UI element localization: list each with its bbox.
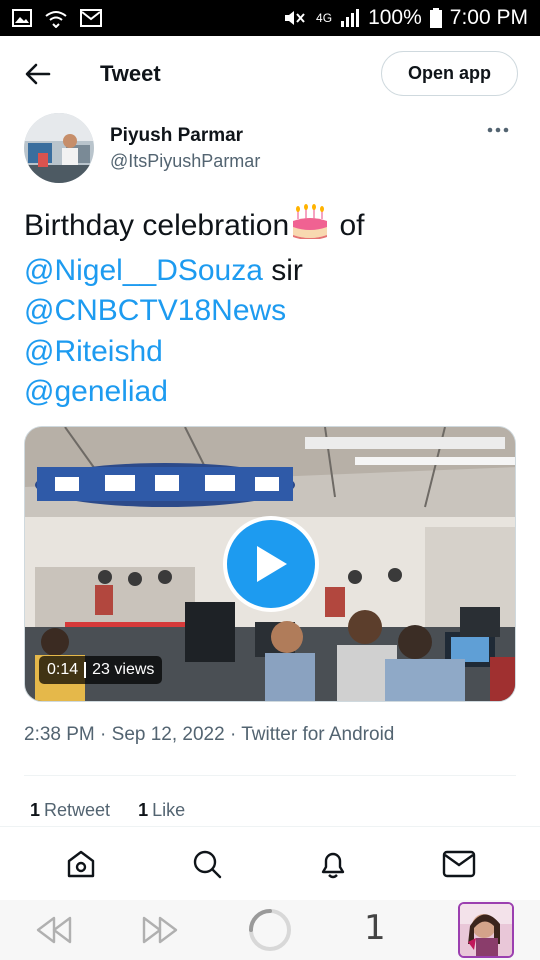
battery-percent: 100% bbox=[368, 6, 422, 29]
like-label: Like bbox=[152, 800, 186, 820]
video-player[interactable]: 0:14 23 views bbox=[24, 426, 516, 702]
search-icon bbox=[193, 850, 222, 878]
profile-thumbnail[interactable] bbox=[458, 902, 514, 958]
like-count: 1 bbox=[138, 800, 149, 820]
more-horizontal-icon bbox=[487, 127, 509, 133]
tweet-header: Tweet Open app bbox=[0, 36, 540, 112]
video-views: 23 views bbox=[92, 661, 155, 678]
tweet-text: Birthday celebration of @Nigel__DSouza s… bbox=[24, 203, 516, 413]
battery-icon bbox=[429, 8, 442, 28]
like-stat[interactable]: 1 Like bbox=[138, 800, 185, 821]
browser-back-button[interactable] bbox=[34, 914, 74, 946]
play-icon bbox=[257, 546, 287, 582]
video-duration: 0:14 bbox=[47, 661, 79, 678]
home-icon bbox=[67, 850, 95, 877]
mention-link[interactable]: @geneliad bbox=[24, 375, 168, 408]
tweet-timestamp[interactable]: 2:38 PM · Sep 12, 2022 · Twitter for And… bbox=[24, 724, 394, 746]
retweet-stat[interactable]: 1 Retweet bbox=[30, 800, 110, 821]
open-app-button[interactable]: Open app bbox=[381, 51, 518, 96]
author-handle[interactable]: @ItsPiyushParmar bbox=[110, 148, 260, 174]
gallery-notification-icon bbox=[12, 9, 32, 27]
mute-icon bbox=[285, 11, 305, 25]
status-bar: 4G 100% 7:00 PM bbox=[0, 0, 540, 36]
browser-reload-button[interactable] bbox=[248, 908, 292, 952]
tweet-author: Piyush Parmar @ItsPiyushParmar bbox=[24, 112, 516, 184]
network-type: 4G bbox=[316, 11, 333, 25]
birthday-cake-emoji-icon bbox=[291, 203, 329, 251]
tweet-text-part: sir bbox=[262, 253, 303, 287]
bottom-navigation bbox=[0, 826, 540, 900]
signal-icon bbox=[341, 9, 360, 27]
gmail-notification-icon bbox=[80, 9, 102, 27]
fast-forward-icon bbox=[142, 916, 178, 944]
wifi-transfer-icon bbox=[45, 11, 67, 28]
mention-link[interactable]: @Nigel__DSouza bbox=[24, 254, 263, 287]
nav-home[interactable] bbox=[61, 844, 101, 884]
rewind-icon bbox=[36, 916, 72, 944]
mail-icon bbox=[442, 850, 476, 877]
avatar[interactable] bbox=[24, 113, 94, 183]
author-name[interactable]: Piyush Parmar bbox=[110, 123, 260, 148]
loading-spinner-icon bbox=[249, 909, 291, 951]
nav-notifications[interactable] bbox=[313, 844, 353, 884]
retweet-count: 1 bbox=[30, 800, 41, 820]
divider bbox=[84, 662, 87, 678]
tweet-text-part: Birthday celebration bbox=[24, 209, 290, 242]
nav-messages[interactable] bbox=[439, 844, 479, 884]
page-title: Tweet bbox=[100, 61, 161, 86]
tab-count[interactable]: 1 bbox=[364, 906, 386, 950]
browser-toolbar: 1 bbox=[0, 900, 540, 960]
more-options-button[interactable] bbox=[484, 120, 512, 140]
retweet-label: Retweet bbox=[44, 800, 111, 820]
browser-forward-button[interactable] bbox=[140, 914, 180, 946]
mention-link[interactable]: @Riteishd bbox=[24, 335, 163, 368]
tweet-text-part: of bbox=[331, 209, 365, 242]
divider bbox=[24, 775, 516, 776]
bell-icon bbox=[321, 852, 345, 878]
mention-link[interactable]: @CNBCTV18News bbox=[24, 294, 286, 327]
play-button[interactable] bbox=[223, 516, 319, 612]
back-arrow-icon bbox=[25, 63, 51, 85]
video-info-badge: 0:14 23 views bbox=[39, 656, 163, 684]
clock: 7:00 PM bbox=[449, 6, 528, 29]
nav-search[interactable] bbox=[187, 844, 227, 884]
tweet-stats: 1 Retweet 1 Like bbox=[30, 800, 185, 821]
back-button[interactable] bbox=[22, 58, 54, 90]
